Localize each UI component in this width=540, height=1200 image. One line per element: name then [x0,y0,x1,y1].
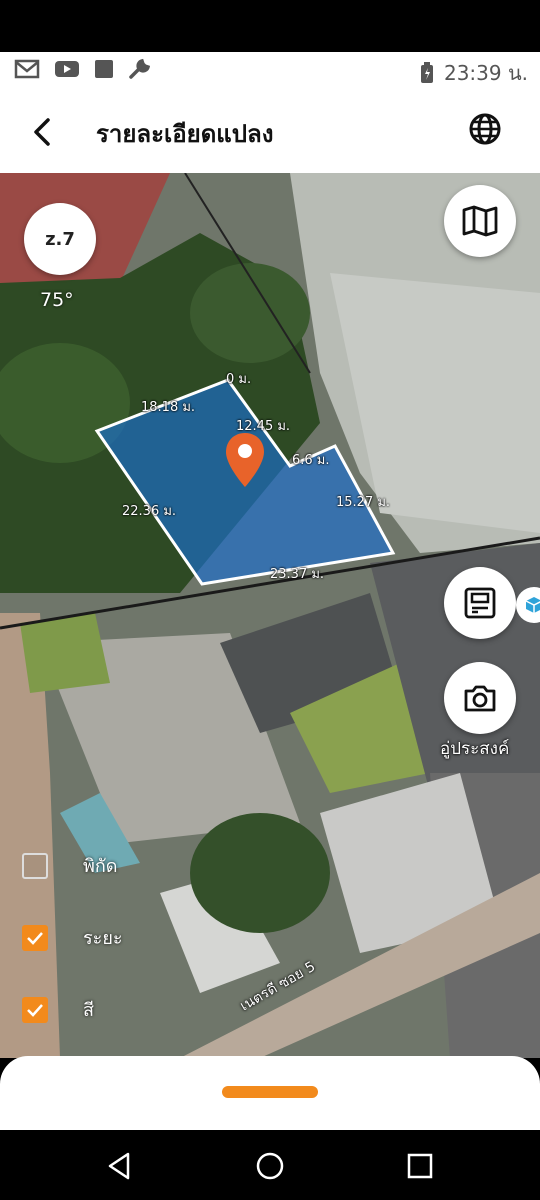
map-icon [462,205,498,237]
dimension-label: 0 ม. [226,372,252,387]
nav-home-icon[interactable] [254,1150,286,1182]
app-header: รายละเอียดแปลง [0,90,540,173]
dimension-label: 22.36 ม. [122,504,177,519]
layer-toggle-color[interactable]: สี [22,995,94,1024]
zoom-label: z.7 [45,228,75,250]
map-type-button[interactable] [444,185,516,257]
layer-label: พิกัด [83,856,118,877]
status-time: 23:39 น. [443,61,528,85]
layer-toggle-coordinates[interactable]: พิกัด [22,851,117,880]
status-bar: 23:39 น. [0,52,540,90]
system-nav-bar [0,1130,540,1200]
gmail-icon [14,59,40,79]
save-icon [464,587,496,619]
app-icon [95,60,113,78]
layer-label: สี [83,1000,94,1021]
status-bar-top [0,0,540,52]
back-arrow-icon[interactable] [24,114,60,150]
camera-icon [464,685,496,712]
place-label: อู่ประสงค์ [440,739,510,759]
drag-handle[interactable] [222,1086,318,1098]
dimension-label: 23.37 ม. [270,567,325,582]
globe-icon[interactable] [468,112,502,146]
checkbox[interactable] [22,924,48,951]
bottom-sheet[interactable] [0,1056,540,1130]
tilt-label: 75° [40,289,74,311]
camera-button[interactable] [444,662,516,734]
checkmark-icon [27,931,43,945]
checkbox[interactable] [22,996,48,1023]
nav-recents-icon[interactable] [404,1150,436,1182]
layer-toggle-distance[interactable]: ระยะ [22,923,123,952]
dimension-label: 18.18 ม. [141,400,196,415]
zoom-level-button[interactable]: z.7 [24,203,96,275]
wrench-icon [129,58,151,79]
dimension-label: 15.27 ม. [336,495,391,510]
map-view[interactable]: 0 ม. 18.18 ม. 12.45 ม. 6.6 ม. 15.27 ม. 2… [0,173,540,1058]
nav-back-icon[interactable] [104,1150,136,1182]
save-button[interactable] [444,567,516,639]
youtube-icon [55,61,79,77]
page-title: รายละเอียดแปลง [96,120,274,148]
checkbox[interactable] [22,852,48,879]
checkmark-icon [27,1003,43,1017]
location-pin-icon[interactable] [224,431,266,489]
layer-label: ระยะ [83,928,123,949]
battery-icon [420,62,433,83]
dimension-label: 6.6 ม. [292,453,330,468]
cube-icon [525,597,540,613]
